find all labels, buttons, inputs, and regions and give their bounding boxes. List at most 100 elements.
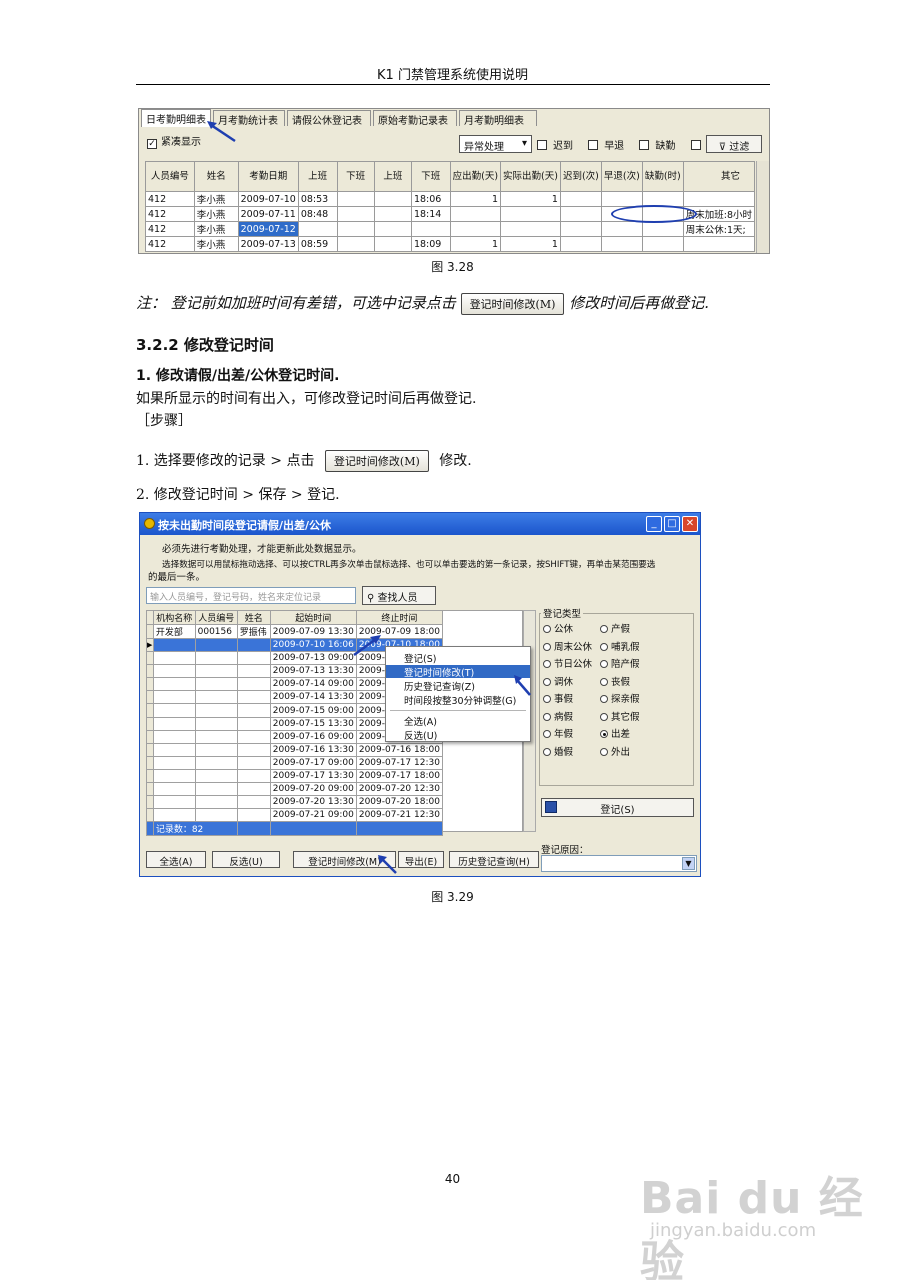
- find-person-button[interactable]: ⚲ 查找人员: [362, 586, 436, 605]
- radio-option[interactable]: 公休: [543, 621, 573, 635]
- invert-button[interactable]: 反选(U): [212, 851, 280, 868]
- select-all-button[interactable]: 全选(A): [146, 851, 206, 868]
- column-header[interactable]: 人员编号: [145, 161, 195, 192]
- column-header[interactable]: 迟到(次): [559, 161, 602, 192]
- radio-dot[interactable]: [600, 747, 608, 756]
- table-cell: [641, 236, 684, 252]
- column-header[interactable]: 缺勤(时): [641, 161, 684, 192]
- search-input[interactable]: 输入人员编号，登记号码，姓名来定位记录: [146, 587, 356, 604]
- radio-option[interactable]: 婚假: [543, 744, 573, 758]
- filter-late[interactable]: 迟到: [537, 140, 579, 152]
- column-header[interactable]: 应出勤(天): [449, 161, 502, 192]
- radio-option[interactable]: 哺乳假: [600, 639, 640, 653]
- watermark: Bai du 经验 jingyan.baidu.com: [640, 1142, 880, 1280]
- radio-dot[interactable]: [600, 695, 608, 703]
- menu-item-invert-selection[interactable]: 反选(U): [386, 728, 530, 742]
- radio-dot[interactable]: [600, 642, 608, 651]
- column-header[interactable]: 终止时间: [355, 610, 444, 625]
- radio-option[interactable]: 陪产假: [600, 656, 640, 670]
- column-header[interactable]: 起始时间: [269, 610, 357, 625]
- table-row[interactable]: 2009-07-17 09:00 2009-07-17 12:30: [146, 755, 444, 770]
- radio-option[interactable]: 丧假: [600, 674, 630, 688]
- radio-option[interactable]: 病假: [543, 709, 573, 723]
- register-button[interactable]: 登记(S): [541, 798, 694, 817]
- row-indicator: [146, 664, 154, 679]
- tab-raw-records[interactable]: 原始考勤记录表: [373, 110, 457, 127]
- column-header[interactable]: 考勤日期: [237, 161, 299, 192]
- table-row[interactable]: 2009-07-21 09:00 2009-07-21 12:30: [146, 808, 444, 823]
- radio-dot[interactable]: [543, 625, 551, 633]
- filter-button[interactable]: ⊽ 过滤: [706, 135, 762, 153]
- table-row[interactable]: 2009-07-17 13:30 2009-07-17 18:00: [146, 768, 444, 784]
- table-scrollbar[interactable]: [756, 161, 769, 253]
- radio-dot[interactable]: [543, 642, 551, 651]
- table-cell: 2009-07-21 09:00: [269, 808, 357, 823]
- radio-dot[interactable]: [600, 677, 608, 686]
- radio-dot[interactable]: [600, 730, 608, 738]
- reason-select[interactable]: ▼: [541, 855, 697, 872]
- radio-dot[interactable]: [543, 712, 551, 721]
- radio-dot[interactable]: [600, 712, 608, 721]
- export-button[interactable]: 导出(E): [398, 851, 444, 868]
- history-query-button[interactable]: 历史登记查询(H): [449, 851, 539, 868]
- radio-dot[interactable]: [600, 625, 608, 633]
- table-cell: 周末公休:1天;: [682, 221, 756, 237]
- column-header[interactable]: 下班: [336, 161, 375, 192]
- radio-option[interactable]: 出差: [600, 726, 630, 740]
- radio-dot[interactable]: [543, 695, 551, 703]
- column-header[interactable]: 机构名称: [152, 610, 196, 625]
- menu-item-round-30min[interactable]: 时间段按整30分钟调整(G): [386, 693, 530, 707]
- radio-dot[interactable]: [543, 660, 551, 668]
- menu-item-select-all[interactable]: 全选(A): [386, 714, 530, 728]
- radio-dot[interactable]: [543, 730, 551, 738]
- table-cell: [336, 221, 375, 237]
- compact-checkbox[interactable]: ✓: [147, 139, 157, 149]
- table-row[interactable]: 412 李小燕 2009-07-13 08:59 18:09 1 1: [145, 236, 756, 252]
- radio-option[interactable]: 外出: [600, 744, 630, 758]
- radio-option[interactable]: 年假: [543, 726, 573, 740]
- filter-absent[interactable]: 缺勤: [639, 140, 681, 152]
- radio-option[interactable]: 周末公休: [543, 639, 592, 653]
- column-header[interactable]: 上班: [373, 161, 412, 192]
- radio-option[interactable]: 产假: [600, 621, 630, 635]
- radio-label: 病假: [554, 711, 574, 723]
- column-header[interactable]: 姓名: [236, 610, 271, 625]
- column-header[interactable]: 实际出勤(天): [500, 161, 561, 192]
- table-row[interactable]: 2009-07-20 09:00 2009-07-20 12:30: [146, 782, 444, 797]
- menu-item-history[interactable]: 历史登记查询(Z): [386, 679, 530, 693]
- tab-daily-detail[interactable]: 日考勤明细表: [141, 109, 211, 127]
- table-row[interactable]: 开发部 000156 罗振伟 2009-07-09 13:30 2009-07-09 1…: [146, 624, 444, 639]
- table-row[interactable]: 412 李小燕 2009-07-12 周末公休:1天;: [145, 221, 756, 237]
- table-cell: [152, 677, 196, 692]
- filter-early[interactable]: 早退: [588, 140, 630, 152]
- column-header[interactable]: 姓名: [193, 161, 239, 192]
- column-header[interactable]: 早退(次): [600, 161, 643, 192]
- radio-option[interactable]: 节日公休: [543, 656, 592, 670]
- radio-option[interactable]: 事假: [543, 691, 573, 705]
- tab-monthly-detail[interactable]: 月考勤明细表: [459, 110, 537, 127]
- radio-dot[interactable]: [543, 677, 551, 686]
- table-row[interactable]: 2009-07-16 13:30 2009-07-16 18:00: [146, 742, 444, 757]
- radio-label: 调休: [554, 676, 574, 688]
- exception-dropdown[interactable]: 异常处理 ▾: [459, 135, 532, 153]
- menu-item-modify-time[interactable]: 登记时间修改(T): [386, 665, 530, 679]
- menu-item-register[interactable]: 登记(S): [386, 651, 530, 665]
- column-header[interactable]: 上班: [297, 161, 338, 192]
- radio-option[interactable]: 其它假: [600, 709, 640, 723]
- figure-3-29-dialog: 按未出勤时间段登记请假/出差/公休 _ □ ✕ 必须先进行考勤处理，才能更新此处…: [139, 512, 701, 877]
- column-header[interactable]: 其它: [682, 161, 756, 192]
- maximize-icon[interactable]: □: [664, 516, 680, 532]
- column-header[interactable]: 下班: [410, 161, 451, 192]
- tab-leave-register[interactable]: 请假公休登记表: [287, 110, 371, 127]
- column-header[interactable]: 人员编号: [194, 610, 238, 625]
- close-icon[interactable]: ✕: [682, 516, 698, 532]
- radio-option[interactable]: 调休: [543, 674, 573, 688]
- radio-dot[interactable]: [600, 660, 608, 668]
- table-row[interactable]: 2009-07-20 13:30 2009-07-20 18:00: [146, 795, 444, 810]
- radio-dot[interactable]: [543, 747, 551, 756]
- table-cell: 1: [449, 236, 502, 252]
- minimize-icon[interactable]: _: [646, 516, 662, 532]
- compact-toggle[interactable]: ✓ 紧凑显示: [147, 133, 201, 149]
- radio-option[interactable]: 探亲假: [600, 691, 640, 705]
- table-cell: [152, 664, 196, 679]
